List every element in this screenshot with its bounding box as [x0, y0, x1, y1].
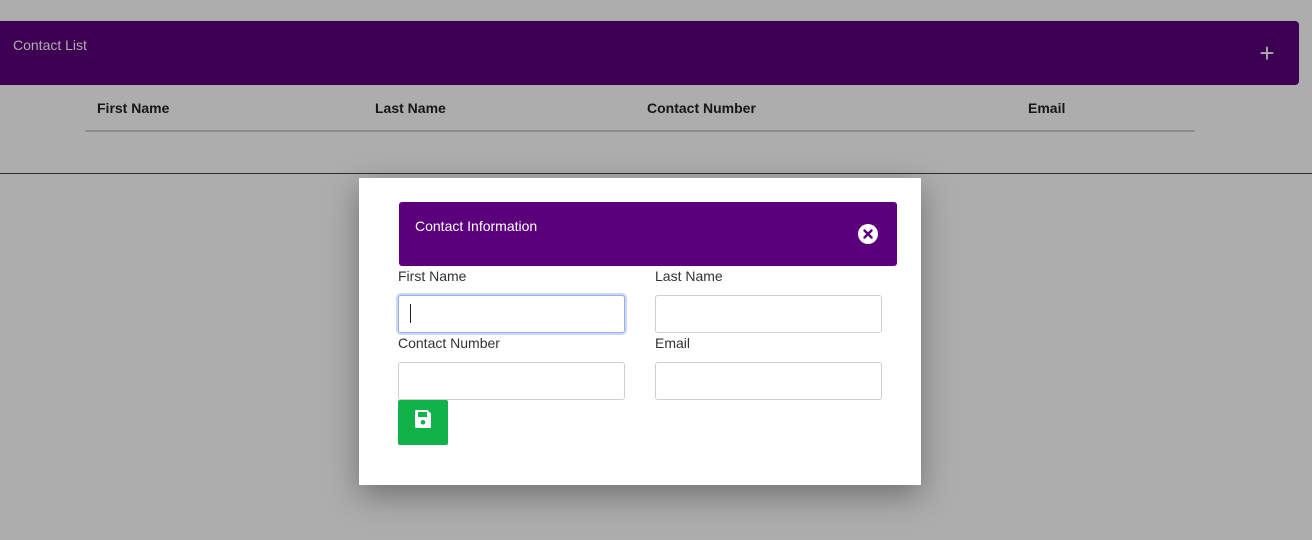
first-name-input[interactable]: [398, 295, 625, 333]
modal-header: Contact Information: [399, 202, 897, 266]
last-name-label: Last Name: [655, 268, 723, 284]
close-button[interactable]: [858, 224, 878, 244]
first-name-label: First Name: [398, 268, 467, 284]
text-cursor: [410, 304, 411, 323]
email-label: Email: [655, 335, 691, 351]
modal-title: Contact Information: [415, 218, 538, 234]
email-input[interactable]: [655, 362, 882, 400]
last-name-input[interactable]: [655, 295, 882, 333]
contact-number-input[interactable]: [398, 362, 625, 400]
contact-number-label: Contact Number: [398, 335, 500, 351]
contact-information-modal: Contact Information First Name Last Name…: [359, 178, 921, 485]
save-button[interactable]: [398, 400, 448, 445]
close-circle-icon: [858, 224, 878, 244]
